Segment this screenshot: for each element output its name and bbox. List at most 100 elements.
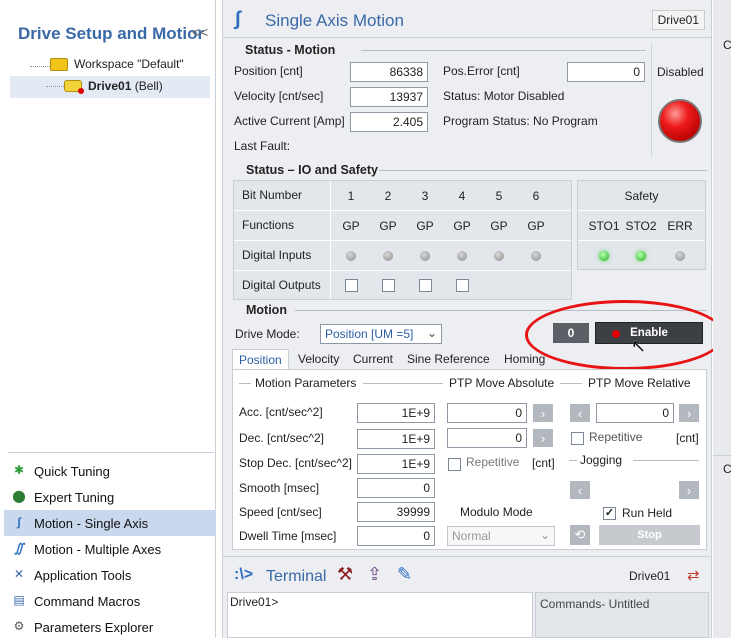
tab-velocity[interactable]: Velocity [292, 349, 345, 369]
abs-repetitive-checkbox[interactable] [448, 458, 461, 471]
quick-tuning-icon: ✱ [13, 463, 25, 477]
nav-motion-single-axis[interactable]: ∫ Motion - Single Axis [4, 510, 216, 536]
status-motion-section: Status - Motion Position [cnt] 86338 Vel… [231, 42, 704, 160]
divider [234, 210, 571, 211]
section-title: Status – IO and Safety [246, 163, 378, 177]
current-value: 2.405 [350, 112, 428, 132]
clear-brush-icon[interactable]: ⚒ [337, 564, 353, 585]
nav-parameters-explorer[interactable]: ⚙ Parameters Explorer [4, 614, 216, 640]
nav-quick-tuning[interactable]: ✱ Quick Tuning [4, 458, 216, 484]
modulo-select[interactable]: Normal ⌄ [447, 526, 555, 546]
jog-forward-icon[interactable]: › [679, 481, 699, 499]
dec-input[interactable]: 1E+9 [357, 429, 435, 449]
divider [223, 556, 711, 557]
nav-expert-tuning[interactable]: ⬤ Expert Tuning [4, 484, 216, 510]
nav-application-tools[interactable]: ✕ Application Tools [4, 562, 216, 588]
abs-go-2-icon[interactable]: › [533, 429, 553, 447]
output-checkbox[interactable] [376, 271, 400, 299]
dwell-input[interactable]: 0 [357, 526, 435, 546]
workspace-folder-icon [50, 58, 68, 71]
bit-number-label: Bit Number [242, 188, 303, 202]
output-checkbox[interactable] [413, 271, 437, 299]
rel-repetitive-checkbox[interactable] [571, 432, 584, 445]
terminal-title: Terminal [266, 568, 327, 585]
divider [713, 455, 731, 456]
import-icon[interactable]: ⇪ [367, 564, 382, 585]
collapse-icon[interactable]: << [192, 24, 208, 40]
nav-label: Motion - Multiple Axes [34, 541, 162, 557]
tab-current[interactable]: Current [347, 349, 399, 369]
nav-motion-multiple-axes[interactable]: ∬ Motion - Multiple Axes [4, 536, 216, 562]
run-held-checkbox[interactable]: ✓ [603, 507, 616, 520]
position-label: Position [cnt] [234, 64, 303, 78]
dwell-label: Dwell Time [msec] [239, 529, 337, 543]
function-value: GP [527, 218, 545, 233]
modulo-value: Normal [452, 529, 491, 543]
nav-label: Command Macros [34, 593, 141, 609]
abs-target-1[interactable]: 0 [447, 403, 527, 423]
edit-icon[interactable]: ✎ [397, 564, 412, 585]
highlight-ellipse [525, 300, 725, 370]
terminal-prompt: Drive01> [230, 595, 279, 609]
output-checkbox[interactable] [450, 271, 474, 299]
drive-mode-label: Drive Mode: [235, 327, 300, 341]
drive-mode-select[interactable]: Position [UM =5] ⌄ [320, 324, 442, 344]
function-value: GP [379, 218, 397, 233]
rel-cnt-label: [cnt] [676, 431, 699, 445]
bit-number: 2 [384, 188, 392, 203]
rel-distance-input[interactable]: 0 [596, 403, 674, 423]
abs-target-2[interactable]: 0 [447, 428, 527, 448]
divider [239, 383, 251, 384]
params-title: Motion Parameters [255, 376, 357, 390]
velocity-value: 13937 [350, 87, 428, 107]
program-status: Program Status: No Program [443, 114, 598, 128]
input-led-icon [413, 241, 437, 270]
right-label: C [723, 38, 731, 52]
rel-forward-icon[interactable]: › [679, 404, 699, 422]
function-value: GP [453, 218, 471, 233]
tab-sine-reference[interactable]: Sine Reference [401, 349, 496, 369]
smooth-input[interactable]: 0 [357, 478, 435, 498]
acc-input[interactable]: 1E+9 [357, 403, 435, 423]
section-title: Motion [246, 303, 287, 317]
terminal-console[interactable]: Drive01> [227, 592, 533, 638]
position-value: 86338 [350, 62, 428, 82]
drive-mode-value: Position [UM =5] [325, 327, 414, 341]
speed-label: Speed [cnt/sec] [239, 505, 322, 519]
tab-position[interactable]: Position [232, 349, 289, 369]
nav-label: Motion - Single Axis [34, 515, 149, 531]
macros-icon: ▤ [13, 593, 25, 607]
drive-suffix: (Bell) [134, 79, 163, 93]
input-led-icon [376, 241, 400, 270]
motion-multi-icon: ∬ [14, 541, 24, 555]
nav-command-macros[interactable]: ▤ Command Macros [4, 588, 216, 614]
commands-title: Commands- Untitled [540, 597, 650, 611]
detach-icon[interactable]: ⇄ [687, 566, 700, 584]
terminal-drive[interactable]: Drive01 [629, 569, 670, 583]
drive-selector[interactable]: Drive01 [651, 10, 705, 30]
bit-number: 3 [421, 188, 429, 203]
jog-back-icon[interactable]: ‹ [570, 481, 590, 499]
err-led-icon [662, 241, 698, 270]
input-led-icon [450, 241, 474, 270]
divider [330, 181, 331, 299]
stopdec-input[interactable]: 1E+9 [357, 454, 435, 474]
refresh-icon[interactable]: ⟲ [570, 525, 590, 545]
velocity-label: Velocity [cnt/sec] [234, 89, 324, 103]
bit-number: 5 [495, 188, 503, 203]
panel-header: ∫ Single Axis Motion Drive01 [223, 0, 711, 38]
position-tab-panel: Motion Parameters PTP Move Absolute PTP … [232, 369, 707, 550]
io-grid: Bit Number Functions Digital Inputs Digi… [233, 180, 572, 300]
output-checkbox[interactable] [339, 271, 363, 299]
params-icon: ⚙ [13, 619, 25, 633]
input-led-icon [339, 241, 363, 270]
tree-workspace[interactable]: Workspace "Default" [74, 57, 184, 71]
tree-drive[interactable]: Drive01 (Bell) [88, 79, 163, 93]
mouse-cursor-icon: ↖ [631, 336, 647, 356]
abs-cnt-label: [cnt] [532, 456, 555, 470]
rel-back-icon[interactable]: ‹ [570, 404, 590, 422]
abs-go-1-icon[interactable]: › [533, 404, 553, 422]
tab-homing[interactable]: Homing [498, 349, 551, 369]
speed-input[interactable]: 39999 [357, 502, 435, 522]
stop-button[interactable]: Stop [599, 525, 700, 545]
